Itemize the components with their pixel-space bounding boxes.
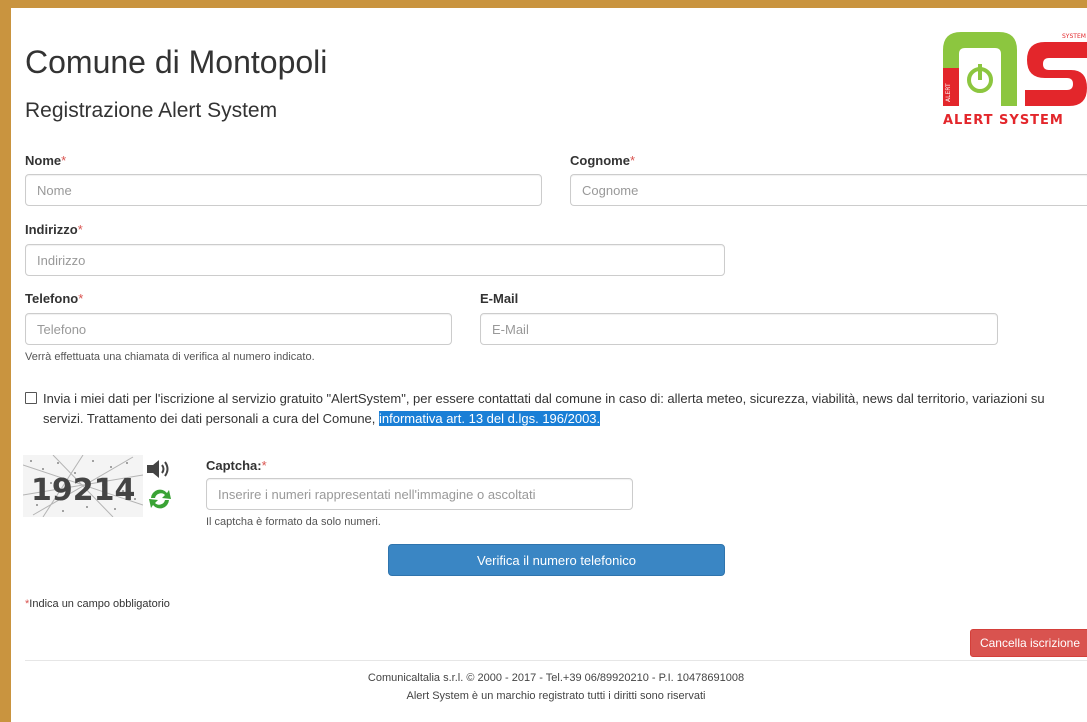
indirizzo-input[interactable]	[25, 244, 725, 276]
registration-page: Comune di Montopoli Registrazione Alert …	[11, 8, 1087, 722]
svg-text:ALERT: ALERT	[945, 83, 952, 102]
verify-phone-button[interactable]: Verifica il numero telefonico	[388, 544, 725, 576]
telefono-help: Verrà effettuata una chiamata di verific…	[25, 351, 315, 363]
alert-system-logo-icon: ALERT SYSTEM ALERT SYSTEM	[943, 32, 1087, 128]
nome-label: Nome*	[25, 153, 67, 168]
svg-text:ALERT SYSTEM: ALERT SYSTEM	[943, 113, 1064, 128]
footer-divider	[25, 660, 1087, 661]
footer-line-1: Comunicaltalia s.r.l. © 2000 - 2017 - Te…	[367, 672, 745, 684]
email-label: E-Mail	[480, 291, 519, 306]
svg-text:SYSTEM: SYSTEM	[1062, 33, 1086, 40]
required-legend: *Indica un campo obbligatorio	[25, 598, 170, 610]
indirizzo-label: Indirizzo*	[25, 222, 83, 237]
telefono-input[interactable]	[25, 313, 452, 345]
email-input[interactable]	[480, 313, 998, 345]
captcha-help: Il captcha è formato da solo numeri.	[206, 516, 381, 528]
captcha-input[interactable]	[206, 478, 633, 510]
privacy-notice-link[interactable]: informativa art. 13 del d.lgs. 196/2003.	[379, 411, 601, 426]
speaker-icon[interactable]	[145, 457, 173, 481]
consent-text: Invia i miei dati per l'iscrizione al se…	[43, 389, 1083, 429]
page-title: Comune di Montopoli	[25, 44, 328, 80]
footer-line-2: Alert System è un marchio registrato tut…	[406, 690, 706, 702]
captcha-label: Captcha:*	[206, 458, 267, 473]
cognome-input[interactable]	[570, 174, 1087, 206]
svg-text:19214: 19214	[31, 473, 135, 508]
alert-system-logo: ALERT SYSTEM ALERT SYSTEM	[939, 28, 1087, 128]
captcha-image: 19214	[22, 454, 144, 518]
telefono-label: Telefono*	[25, 291, 84, 306]
consent-checkbox[interactable]	[25, 392, 37, 404]
page-subtitle: Registrazione Alert System	[25, 99, 278, 122]
cognome-label: Cognome*	[570, 153, 636, 168]
nome-input[interactable]	[25, 174, 542, 206]
refresh-icon[interactable]	[145, 484, 175, 514]
cancel-subscription-button[interactable]: Cancella iscrizione	[970, 629, 1087, 657]
